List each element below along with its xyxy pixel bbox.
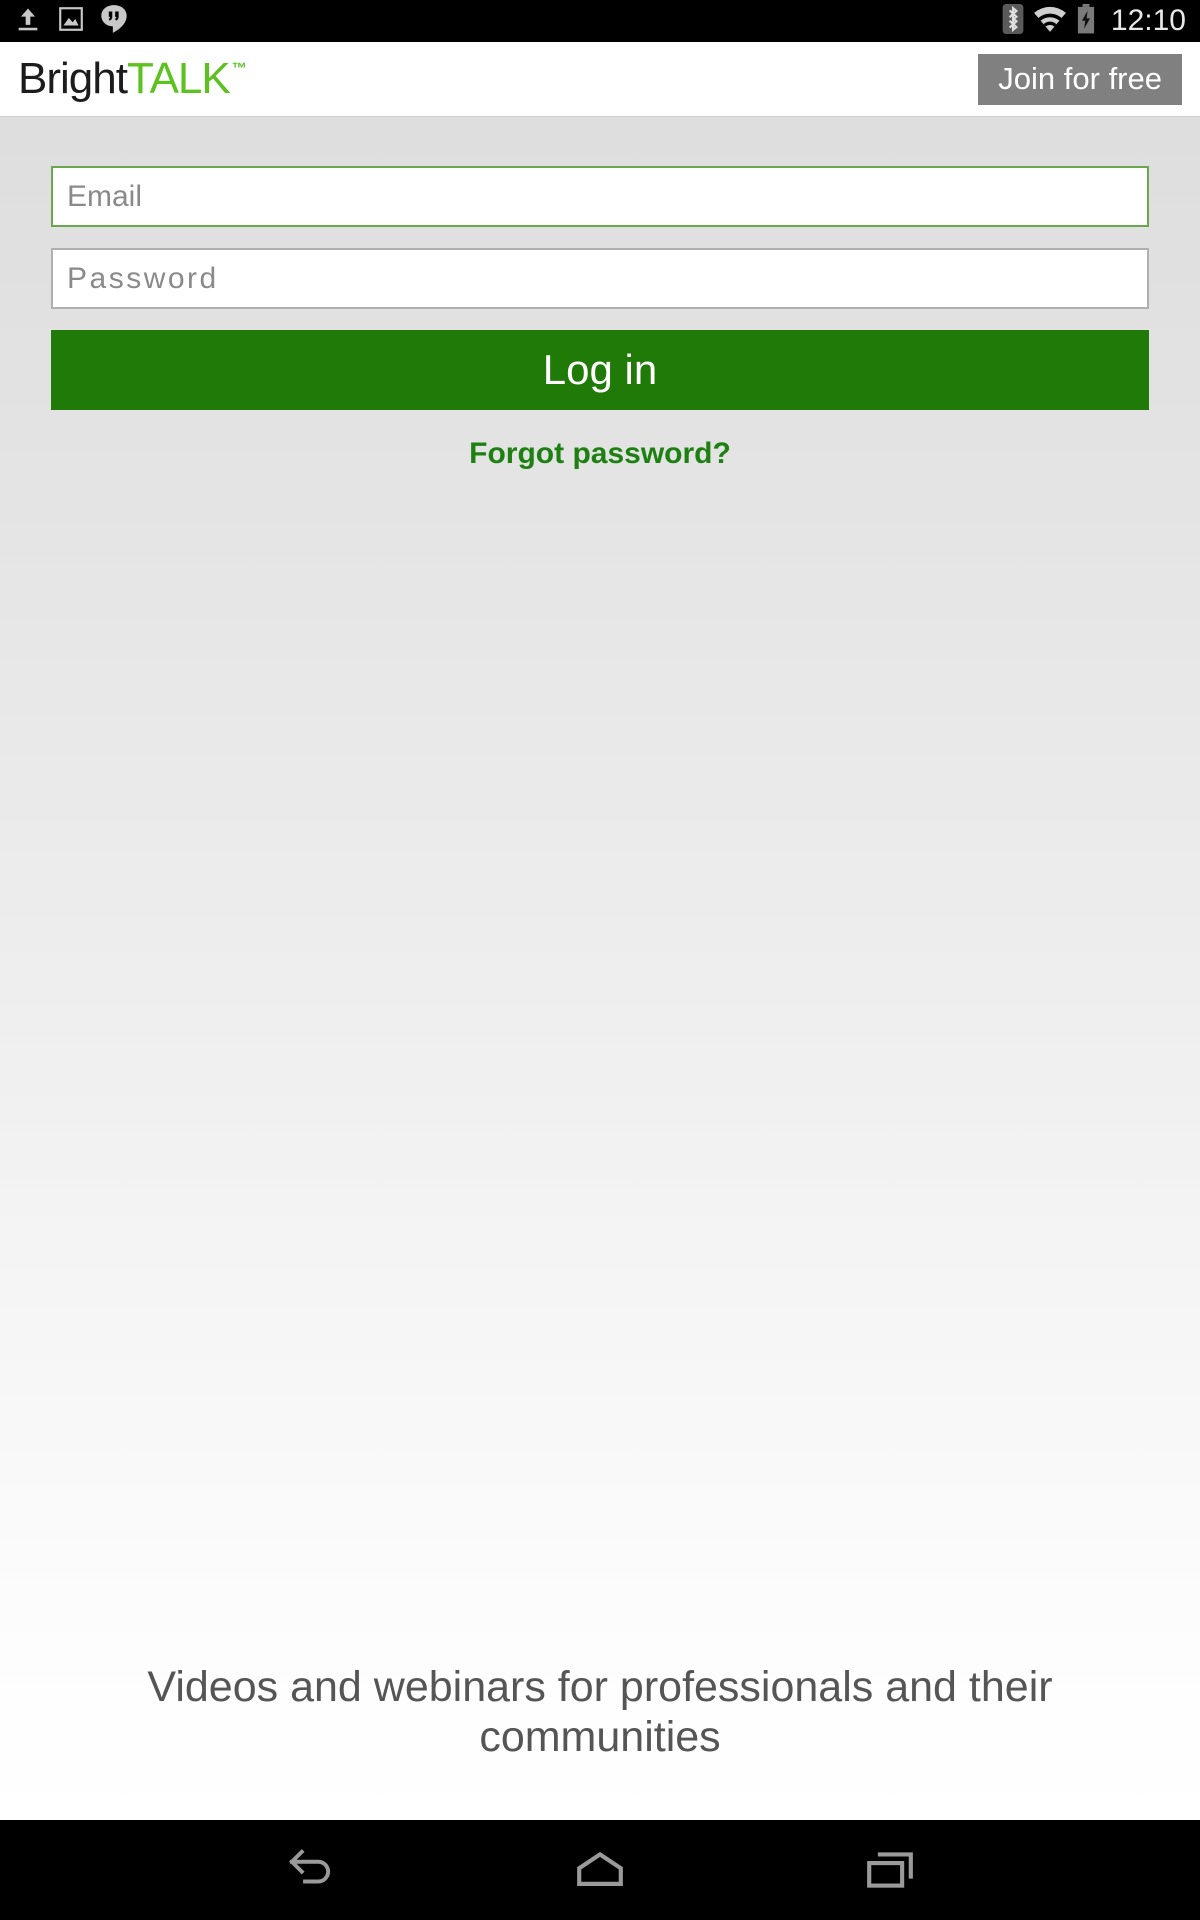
brighttalk-logo[interactable]: Bright TALK ™	[18, 54, 247, 103]
phone-screen: 12:10 BrightTALK™ Join for free Log in F…	[0, 0, 1200, 1920]
tagline-text: Videos and webinars for professionals an…	[147, 1663, 1053, 1761]
logo-text-talk: TALK	[126, 54, 231, 103]
login-page-body: Log in Forgot password? Videos and webin…	[0, 117, 1200, 1820]
android-status-bar: 12:10	[0, 0, 1200, 42]
hangouts-icon	[100, 4, 128, 39]
status-bar-notification-icons	[14, 4, 128, 39]
password-input[interactable]	[51, 248, 1149, 309]
status-bar-clock: 12:10	[1110, 4, 1186, 37]
logo-text-bright: Bright	[18, 54, 128, 103]
home-icon[interactable]	[560, 1840, 640, 1900]
upload-icon	[14, 5, 42, 38]
wifi-icon	[1033, 5, 1067, 38]
status-bar-system-icons: 12:10	[1002, 3, 1186, 39]
join-for-free-button[interactable]: Join for free	[978, 53, 1182, 105]
recent-apps-icon[interactable]	[850, 1840, 930, 1900]
login-form: Log in Forgot password?	[51, 166, 1149, 471]
logo-trademark-symbol: ™	[231, 60, 247, 77]
bluetooth-icon	[1002, 3, 1024, 39]
login-button[interactable]: Log in	[51, 330, 1149, 410]
forgot-password-link[interactable]: Forgot password?	[51, 437, 1149, 471]
back-icon[interactable]	[270, 1840, 350, 1900]
email-input[interactable]	[51, 166, 1149, 227]
screenshot-image-icon	[58, 5, 84, 38]
app-header: Bright TALK ™ Join for free	[0, 42, 1200, 117]
android-navigation-bar	[0, 1820, 1200, 1920]
battery-charging-icon	[1076, 3, 1096, 39]
